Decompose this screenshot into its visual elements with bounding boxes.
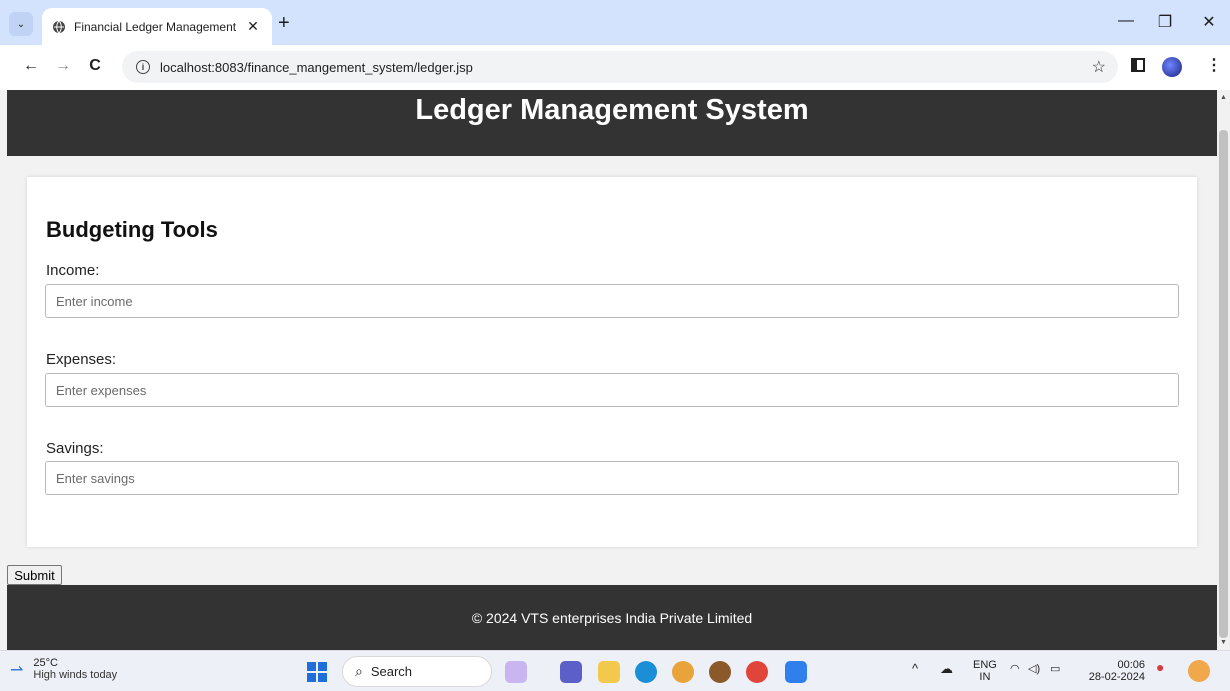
clock-time: 00:06 (1117, 659, 1145, 671)
file-explorer-icon[interactable] (598, 661, 620, 683)
weather-widget[interactable]: ⇀ 25°C High winds today (10, 657, 117, 682)
page-title: Ledger Management System (415, 94, 809, 126)
minimize-button[interactable]: — (1111, 12, 1141, 30)
photos-icon[interactable] (785, 661, 807, 683)
chrome-icon[interactable] (672, 661, 694, 683)
onedrive-icon[interactable]: ☁ (940, 662, 953, 675)
new-tab-button[interactable]: + (278, 13, 290, 33)
back-button[interactable]: ← (20, 57, 42, 75)
submit-button[interactable]: Submit (7, 565, 62, 585)
clock[interactable]: 00:06 28-02-2024 (1085, 659, 1145, 683)
profile-avatar[interactable] (1162, 57, 1182, 77)
browser-tab[interactable]: Financial Ledger Management ✕ (42, 8, 272, 45)
widget-app-icon[interactable] (505, 661, 527, 683)
windows-start-icon[interactable] (307, 662, 327, 682)
side-panel-icon[interactable] (1131, 58, 1145, 72)
restore-button[interactable]: ❐ (1150, 12, 1180, 32)
teams-icon[interactable] (560, 661, 582, 683)
forward-button[interactable]: → (52, 57, 74, 75)
section-title: Budgeting Tools (46, 217, 218, 242)
footer-copyright: © 2024 VTS enterprises India Private Lim… (471, 609, 753, 626)
weather-desc: High winds today (33, 669, 118, 681)
expenses-label: Expenses: (46, 351, 117, 368)
browser-tab-strip: ⌄ Financial Ledger Management ✕ + — ❐ ✕ (0, 0, 1230, 45)
browser-menu-icon[interactable]: ⋮ (1206, 55, 1222, 75)
wind-icon: ⇀ (10, 661, 24, 679)
volume-icon[interactable]: ◁) (1028, 663, 1040, 675)
address-bar[interactable]: i localhost:8083/finance_mangement_syste… (122, 51, 1118, 83)
taskbar-search-label: Search (370, 664, 413, 679)
address-url: localhost:8083/finance_mangement_system/… (160, 59, 473, 75)
budget-form-card: Budgeting Tools Income: Expenses: Saving… (27, 177, 1197, 547)
lang-top: ENG (973, 659, 997, 671)
tab-search-button[interactable]: ⌄ (9, 12, 33, 36)
bookmark-star-icon[interactable]: ☆ (1092, 57, 1106, 77)
page-viewport: Ledger Management System Budgeting Tools… (0, 90, 1217, 650)
clock-date: 28-02-2024 (1088, 671, 1145, 683)
weather-temp: 25°C (33, 657, 58, 669)
savings-label: Savings: (46, 440, 104, 457)
notification-bell-icon[interactable]: ● (1156, 660, 1164, 674)
scroll-down-icon[interactable]: ▼ (1220, 639, 1227, 646)
edge-icon[interactable] (635, 661, 657, 683)
income-input[interactable] (45, 284, 1179, 318)
savings-input[interactable] (45, 461, 1179, 495)
window-close-button[interactable]: ✕ (1194, 12, 1224, 32)
expenses-input[interactable] (45, 373, 1179, 407)
reload-button[interactable]: C (84, 57, 106, 75)
site-footer: © 2024 VTS enterprises India Private Lim… (7, 585, 1217, 650)
site-info-icon[interactable]: i (136, 60, 150, 74)
scroll-up-icon[interactable]: ▲ (1220, 94, 1227, 101)
browser-toolbar: ← → C i localhost:8083/finance_mangement… (0, 45, 1230, 90)
chrome-profile-icon[interactable] (746, 661, 768, 683)
copilot-icon[interactable] (1188, 660, 1210, 682)
globe-icon (53, 20, 65, 33)
tray-overflow-icon[interactable]: ^ (912, 662, 918, 675)
scrollbar-thumb[interactable] (1219, 130, 1228, 638)
wifi-icon[interactable]: ◠ (1010, 663, 1020, 675)
lang-bottom: IN (979, 671, 991, 683)
tab-title: Financial Ledger Management (74, 19, 237, 34)
language-indicator[interactable]: ENG IN (973, 659, 997, 683)
page-scrollbar[interactable]: ▲ ▼ (1217, 90, 1230, 650)
app-emblem-icon[interactable] (709, 661, 731, 683)
battery-icon[interactable]: ▭ (1050, 663, 1060, 675)
search-icon: ⌕ (355, 663, 363, 679)
taskbar-search-box[interactable]: ⌕ Search (342, 656, 492, 687)
os-taskbar: ⇀ 25°C High winds today ⌕ Search ^ ☁ ENG… (0, 650, 1230, 691)
income-label: Income: (46, 262, 100, 279)
site-header: Ledger Management System (7, 90, 1217, 156)
tab-close-icon[interactable]: ✕ (244, 18, 262, 35)
